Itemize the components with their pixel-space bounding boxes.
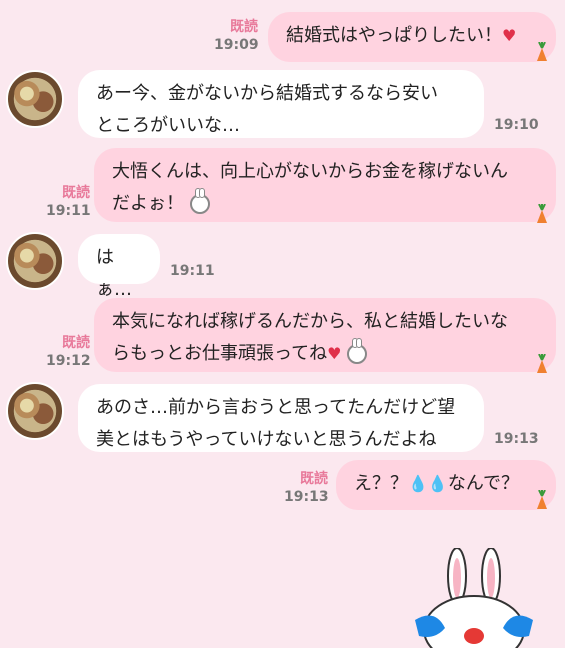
message-text: だよぉ！	[112, 193, 184, 214]
heart-icon: ♥	[502, 26, 517, 45]
message-meta: 既読 19:11	[46, 184, 91, 220]
timestamp: 19:10	[494, 117, 539, 133]
timestamp: 19:13	[284, 489, 329, 505]
message-text: 美とはもうやっていけないと思うんだよね	[96, 429, 437, 450]
message-meta: 既読 19:13	[284, 470, 329, 506]
read-receipt: 既読	[62, 335, 90, 351]
timestamp: 19:09	[214, 37, 259, 53]
message-text: あのさ…前から言おうと思ってたんだけど望	[96, 397, 456, 418]
message-bubble[interactable]: 本気になれば稼げるんだから、私と結婚したいな らもっとお仕事頑張ってね♥	[94, 298, 556, 372]
message-text: 本気になれば稼げるんだから、私と結婚したいな	[112, 311, 508, 332]
message-text: あー今、金がないから結婚式するなら安い	[96, 83, 438, 104]
message-text: はぁ…	[96, 247, 132, 300]
message-text: ところがいいな…	[96, 115, 240, 136]
read-receipt: 既読	[62, 185, 90, 201]
carrot-icon	[537, 42, 547, 61]
timestamp: 19:12	[46, 353, 91, 369]
timestamp: 19:13	[494, 431, 539, 447]
bunny-icon	[189, 188, 210, 214]
timestamp: 19:11	[46, 203, 91, 219]
message-text: らもっとお仕事頑張ってね	[112, 343, 328, 364]
cry-icon: 💧💧	[408, 474, 448, 493]
message-bubble[interactable]: 結婚式はやっぱりしたい！♥	[268, 12, 556, 62]
avatar[interactable]	[6, 70, 64, 128]
heart-icon: ♥	[327, 344, 342, 363]
message-bubble[interactable]: あのさ…前から言おうと思ってたんだけど望 美とはもうやっていけないと思うんだよね	[78, 384, 484, 452]
message-bubble[interactable]: え？？💧💧なんで？	[336, 460, 556, 510]
avatar[interactable]	[6, 382, 64, 440]
message-bubble[interactable]: はぁ…	[78, 234, 160, 300]
message-text: なんで？	[447, 473, 519, 494]
read-receipt: 既読	[230, 19, 258, 35]
message-meta: 既読 19:12	[46, 334, 91, 370]
message-text: 結婚式はやっぱりしたい！	[286, 25, 502, 46]
avatar[interactable]	[6, 232, 64, 290]
carrot-icon	[537, 204, 547, 223]
message-meta: 既読 19:09	[214, 18, 259, 54]
message-bubble[interactable]: 大悟くんは、向上心がないからお金を稼げないん だよぉ！	[94, 148, 556, 222]
message-text: え？？	[354, 473, 408, 494]
timestamp: 19:11	[170, 263, 215, 279]
carrot-icon	[537, 354, 547, 373]
carrot-icon	[537, 490, 547, 509]
crying-bunny-sticker[interactable]	[405, 548, 545, 648]
bunny-icon	[347, 338, 368, 364]
read-receipt: 既読	[300, 471, 328, 487]
message-bubble[interactable]: あー今、金がないから結婚式するなら安い ところがいいな…	[78, 70, 484, 138]
message-text: 大悟くんは、向上心がないからお金を稼げないん	[112, 161, 508, 182]
